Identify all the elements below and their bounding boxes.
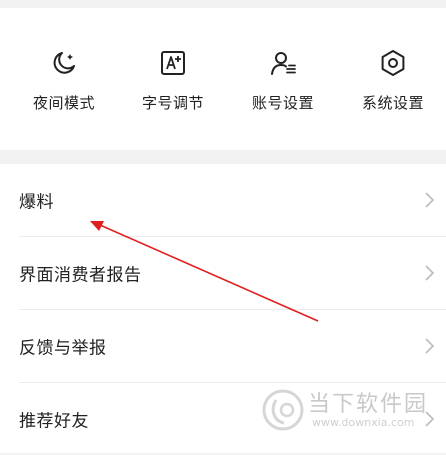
font-size-label: 字号调节 (141, 94, 204, 112)
night-mode-label: 夜间模式 (32, 94, 95, 112)
menu-item-tip-off[interactable]: 爆料 (0, 164, 446, 236)
moon-icon (53, 52, 75, 74)
menu-item-label: 反馈与举报 (19, 338, 107, 359)
chevron-right-icon (425, 265, 435, 281)
quick-actions-panel: 夜间模式 字号调节 账号设置 系统设置 (0, 8, 446, 150)
settings-icon (381, 50, 405, 76)
font-size-icon (161, 51, 185, 75)
menu-item-label: 爆料 (19, 192, 54, 213)
menu-item-label: 推荐好友 (19, 411, 89, 432)
top-strip (0, 0, 446, 8)
account-icon (271, 52, 296, 75)
font-size-button[interactable]: 字号调节 (123, 48, 223, 113)
night-mode-button[interactable]: 夜间模式 (14, 48, 114, 113)
account-settings-button[interactable]: 账号设置 (233, 48, 333, 113)
menu-item-recommend-friends[interactable]: 推荐好友 (0, 383, 446, 455)
system-settings-label: 系统设置 (361, 94, 424, 112)
account-settings-label: 账号设置 (251, 94, 314, 112)
settings-menu-list: 爆料 界面消费者报告 反馈与举报 推荐好友 (0, 164, 446, 453)
menu-item-feedback[interactable]: 反馈与举报 (0, 310, 446, 382)
menu-item-consumer-report[interactable]: 界面消费者报告 (0, 237, 446, 309)
chevron-right-icon (425, 411, 435, 427)
system-settings-button[interactable]: 系统设置 (343, 48, 443, 113)
chevron-right-icon (425, 338, 435, 354)
menu-item-label: 界面消费者报告 (19, 265, 142, 286)
chevron-right-icon (425, 192, 435, 208)
